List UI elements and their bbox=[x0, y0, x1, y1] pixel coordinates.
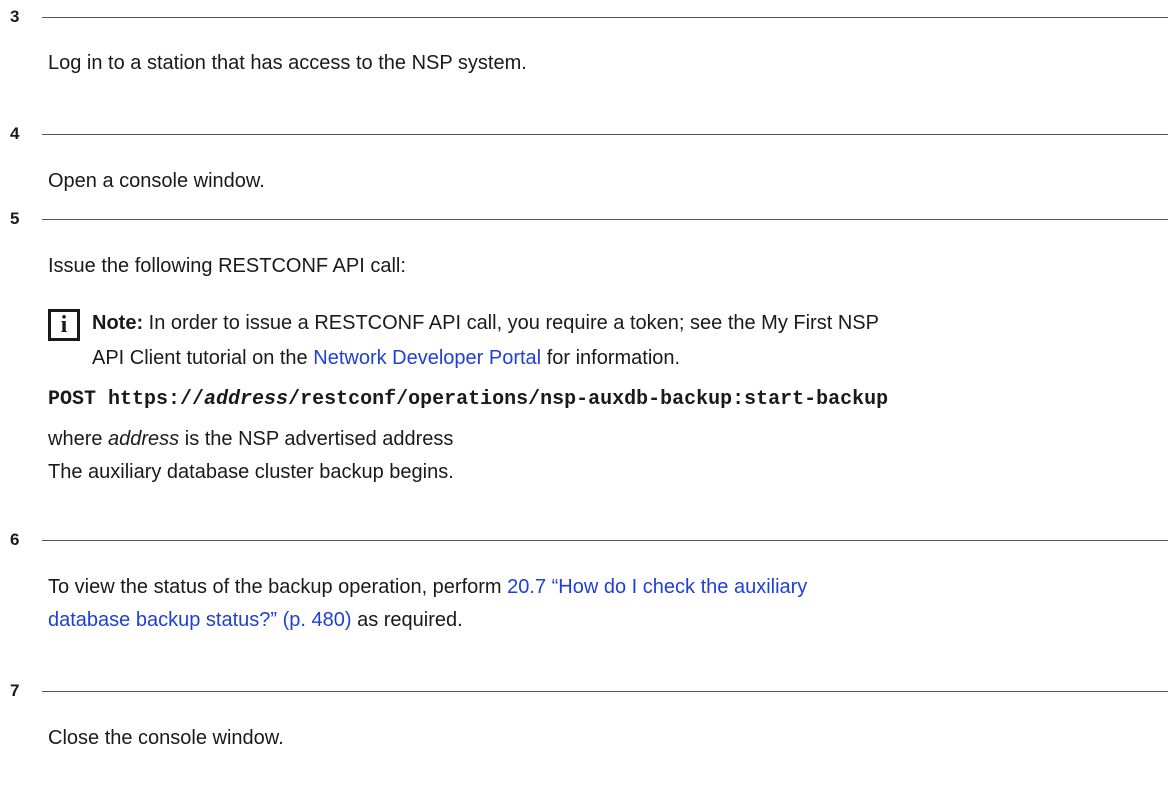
where-line: where address is the NSP advertised addr… bbox=[48, 428, 454, 450]
command-url-variable: address bbox=[204, 388, 289, 411]
step-6-line-1: To view the status of the backup operati… bbox=[48, 573, 1168, 602]
step-divider bbox=[42, 540, 1168, 541]
step-divider bbox=[42, 17, 1168, 18]
step-3-header: 3 bbox=[10, 7, 1168, 27]
step-divider bbox=[42, 134, 1168, 135]
step-5-header: 5 bbox=[10, 209, 1168, 229]
step-number: 3 bbox=[10, 7, 20, 26]
step-number: 7 bbox=[10, 681, 20, 700]
step-6-text-suffix: as required. bbox=[357, 609, 463, 631]
api-command: POST https://address/restconf/operations… bbox=[48, 385, 1168, 414]
step-4-text: Open a console window. bbox=[48, 170, 265, 192]
step-6-text-prefix: To view the status of the backup operati… bbox=[48, 576, 502, 598]
info-icon: i bbox=[48, 309, 80, 341]
step-divider bbox=[42, 219, 1168, 220]
note-line-1: Note: In order to issue a RESTCONF API c… bbox=[92, 307, 1168, 339]
command-url-prefix: https:// bbox=[108, 388, 205, 411]
step-number: 6 bbox=[10, 530, 20, 549]
procedure-page: { "steps": [ { "number": "3", "text": "L… bbox=[0, 0, 1174, 795]
command-method: POST bbox=[48, 388, 97, 411]
note-label: Note: bbox=[92, 312, 144, 334]
step-7-text: Close the console window. bbox=[48, 727, 284, 749]
network-developer-portal-link[interactable]: Network Developer Portal bbox=[313, 347, 541, 369]
step-5-intro: Issue the following RESTCONF API call: bbox=[48, 255, 406, 277]
step-6-line-2: database backup status?” (p. 480) as req… bbox=[48, 606, 1168, 635]
note-line-1-text: In order to issue a RESTCONF API call, y… bbox=[148, 312, 879, 334]
step-divider bbox=[42, 691, 1168, 692]
command-url-suffix: /restconf/operations/nsp-auxdb-backup:st… bbox=[288, 388, 889, 411]
note-line-2-suffix: for information. bbox=[546, 347, 681, 369]
note-line-2: API Client tutorial on the Network Devel… bbox=[92, 342, 1168, 374]
step-7-header: 7 bbox=[10, 681, 1168, 701]
step-3-text: Log in to a station that has access to t… bbox=[48, 52, 527, 74]
step-4-header: 4 bbox=[10, 124, 1168, 144]
backup-status-link-line-1[interactable]: 20.7 “How do I check the auxiliary bbox=[507, 576, 807, 598]
step-5-result: The auxiliary database cluster backup be… bbox=[48, 461, 454, 483]
note-line-2-text: API Client tutorial on the bbox=[92, 347, 308, 369]
where-variable: address bbox=[108, 428, 180, 450]
where-text: is the NSP advertised address bbox=[184, 428, 454, 450]
backup-status-link-line-2[interactable]: database backup status?” (p. 480) bbox=[48, 609, 352, 631]
step-number: 5 bbox=[10, 209, 20, 228]
step-number: 4 bbox=[10, 124, 20, 143]
step-6-header: 6 bbox=[10, 530, 1168, 550]
